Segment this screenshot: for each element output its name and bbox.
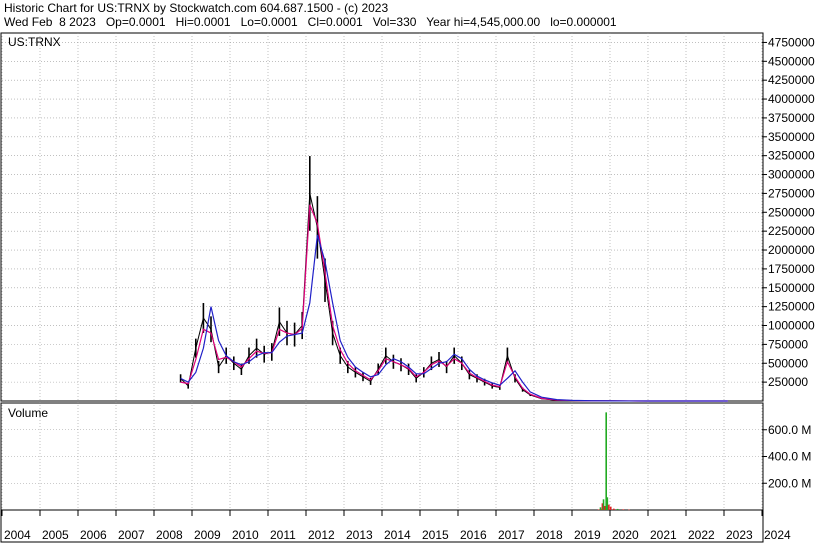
price-tick-label: 1500000 bbox=[768, 281, 815, 295]
year-label: 2009 bbox=[194, 528, 221, 542]
volume-tick-label: 400.0 M bbox=[768, 450, 811, 464]
price-tick-label: 2750000 bbox=[768, 186, 815, 200]
year-label: 2006 bbox=[80, 528, 107, 542]
year-label: 2018 bbox=[536, 528, 563, 542]
volume-bar bbox=[605, 412, 607, 510]
price-tick-label: 2250000 bbox=[768, 224, 815, 238]
price-tick-label: 2000000 bbox=[768, 243, 815, 257]
volume-tick-label: 200.0 M bbox=[768, 476, 811, 490]
price-tick-label: 3250000 bbox=[768, 149, 815, 163]
year-label: 2023 bbox=[726, 528, 753, 542]
price-tick-label: 2500000 bbox=[768, 205, 815, 219]
volume-axis-labels: 200.0 M 400.0 M 600.0 M bbox=[762, 423, 811, 490]
volume-tick-label: 600.0 M bbox=[768, 423, 811, 437]
volume-bar bbox=[597, 509, 600, 510]
volume-bar bbox=[622, 509, 625, 510]
volume-bar bbox=[608, 504, 610, 510]
price-tick-label: 750000 bbox=[768, 337, 808, 351]
year-label: 2020 bbox=[612, 528, 639, 542]
price-tick-label: 1750000 bbox=[768, 262, 815, 276]
volume-bar bbox=[616, 508, 619, 510]
volume-bar bbox=[606, 497, 609, 510]
year-label: 2021 bbox=[650, 528, 677, 542]
volume-bar bbox=[609, 506, 612, 510]
price-tick-label: 3750000 bbox=[768, 111, 815, 125]
price-tick-label: 4250000 bbox=[768, 73, 815, 87]
year-label: 2008 bbox=[156, 528, 183, 542]
price-tick-label: 500000 bbox=[768, 356, 808, 370]
price-axis-labels: 250000 500000 750000 1000000 1250000 1500000 1… bbox=[762, 35, 815, 389]
year-label: 2019 bbox=[574, 528, 601, 542]
price-tick-label: 1000000 bbox=[768, 319, 815, 333]
price-tick-label: 4000000 bbox=[768, 92, 815, 106]
price-tick-label: 3000000 bbox=[768, 168, 815, 182]
year-label: 2010 bbox=[232, 528, 259, 542]
price-tick-label: 4750000 bbox=[768, 35, 815, 49]
year-label: 2024 bbox=[764, 528, 791, 542]
price-tick-label: 4500000 bbox=[768, 54, 815, 68]
historic-chart: 250000 500000 750000 1000000 1250000 1500000 1… bbox=[0, 32, 815, 543]
volume-bar bbox=[628, 509, 630, 511]
year-label: 2015 bbox=[422, 528, 449, 542]
symbol-label: US:TRNX bbox=[8, 35, 61, 49]
year-label: 2016 bbox=[460, 528, 487, 542]
year-label: 2005 bbox=[42, 528, 69, 542]
year-label: 2017 bbox=[498, 528, 525, 542]
year-label: 2007 bbox=[118, 528, 145, 542]
price-tick-label: 1250000 bbox=[768, 300, 815, 314]
year-label: 2013 bbox=[346, 528, 373, 542]
volume-bar bbox=[613, 508, 615, 510]
year-label: 2004 bbox=[4, 528, 31, 542]
volume-bar bbox=[599, 507, 602, 510]
volume-bar bbox=[603, 505, 606, 510]
year-label: 2022 bbox=[688, 528, 715, 542]
year-label: 2012 bbox=[308, 528, 335, 542]
price-tick-label: 250000 bbox=[768, 375, 808, 389]
year-label: 2014 bbox=[384, 528, 411, 542]
price-tick-label: 3500000 bbox=[768, 130, 815, 144]
year-label: 2011 bbox=[270, 528, 296, 542]
volume-label: Volume bbox=[8, 406, 48, 420]
